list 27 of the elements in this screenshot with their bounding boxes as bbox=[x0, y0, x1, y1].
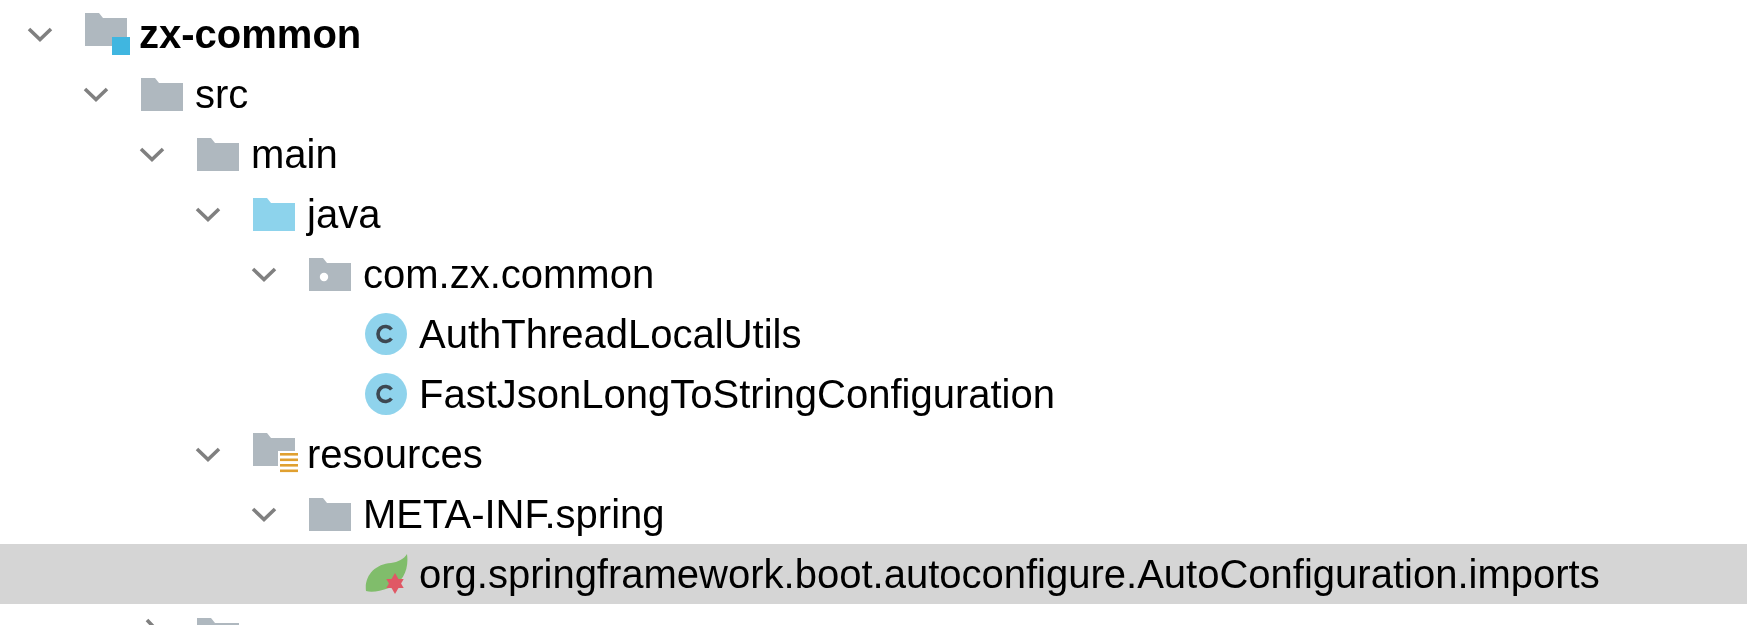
chevron-down-icon[interactable] bbox=[195, 446, 221, 462]
chevron-down-icon[interactable] bbox=[251, 266, 277, 282]
tree-item[interactable]: src bbox=[0, 64, 1747, 124]
package-folder-icon bbox=[309, 257, 351, 291]
chevron-down-icon[interactable] bbox=[139, 146, 165, 162]
tree-item[interactable]: zx-common bbox=[0, 4, 1747, 64]
tree-item[interactable]: resources bbox=[0, 424, 1747, 484]
folder-icon bbox=[141, 77, 183, 111]
class-icon bbox=[365, 373, 407, 415]
folder-icon bbox=[309, 497, 351, 531]
chevron-down-icon[interactable] bbox=[83, 86, 109, 102]
chevron-down-icon[interactable] bbox=[27, 26, 53, 42]
tree-item[interactable]: com.zx.common bbox=[0, 244, 1747, 304]
resources-folder-icon bbox=[253, 433, 298, 475]
tree-item[interactable]: java bbox=[0, 184, 1747, 244]
folder-icon bbox=[197, 137, 239, 171]
tree-item[interactable]: org.springframework.boot.autoconfigure.AutoConfiguration.imports bbox=[0, 544, 1747, 604]
module-folder-icon bbox=[85, 13, 130, 55]
class-icon bbox=[365, 313, 407, 355]
tree-item[interactable]: AuthThreadLocalUtils bbox=[0, 304, 1747, 364]
tree-item[interactable]: main bbox=[0, 124, 1747, 184]
tree-item[interactable]: FastJsonLongToStringConfiguration bbox=[0, 364, 1747, 424]
leaf-star-icon bbox=[365, 554, 408, 594]
chevron-down-icon[interactable] bbox=[195, 206, 221, 222]
tree-item[interactable]: META-INF.spring bbox=[0, 484, 1747, 544]
chevron-down-icon[interactable] bbox=[251, 506, 277, 522]
folder-icon bbox=[253, 197, 295, 231]
